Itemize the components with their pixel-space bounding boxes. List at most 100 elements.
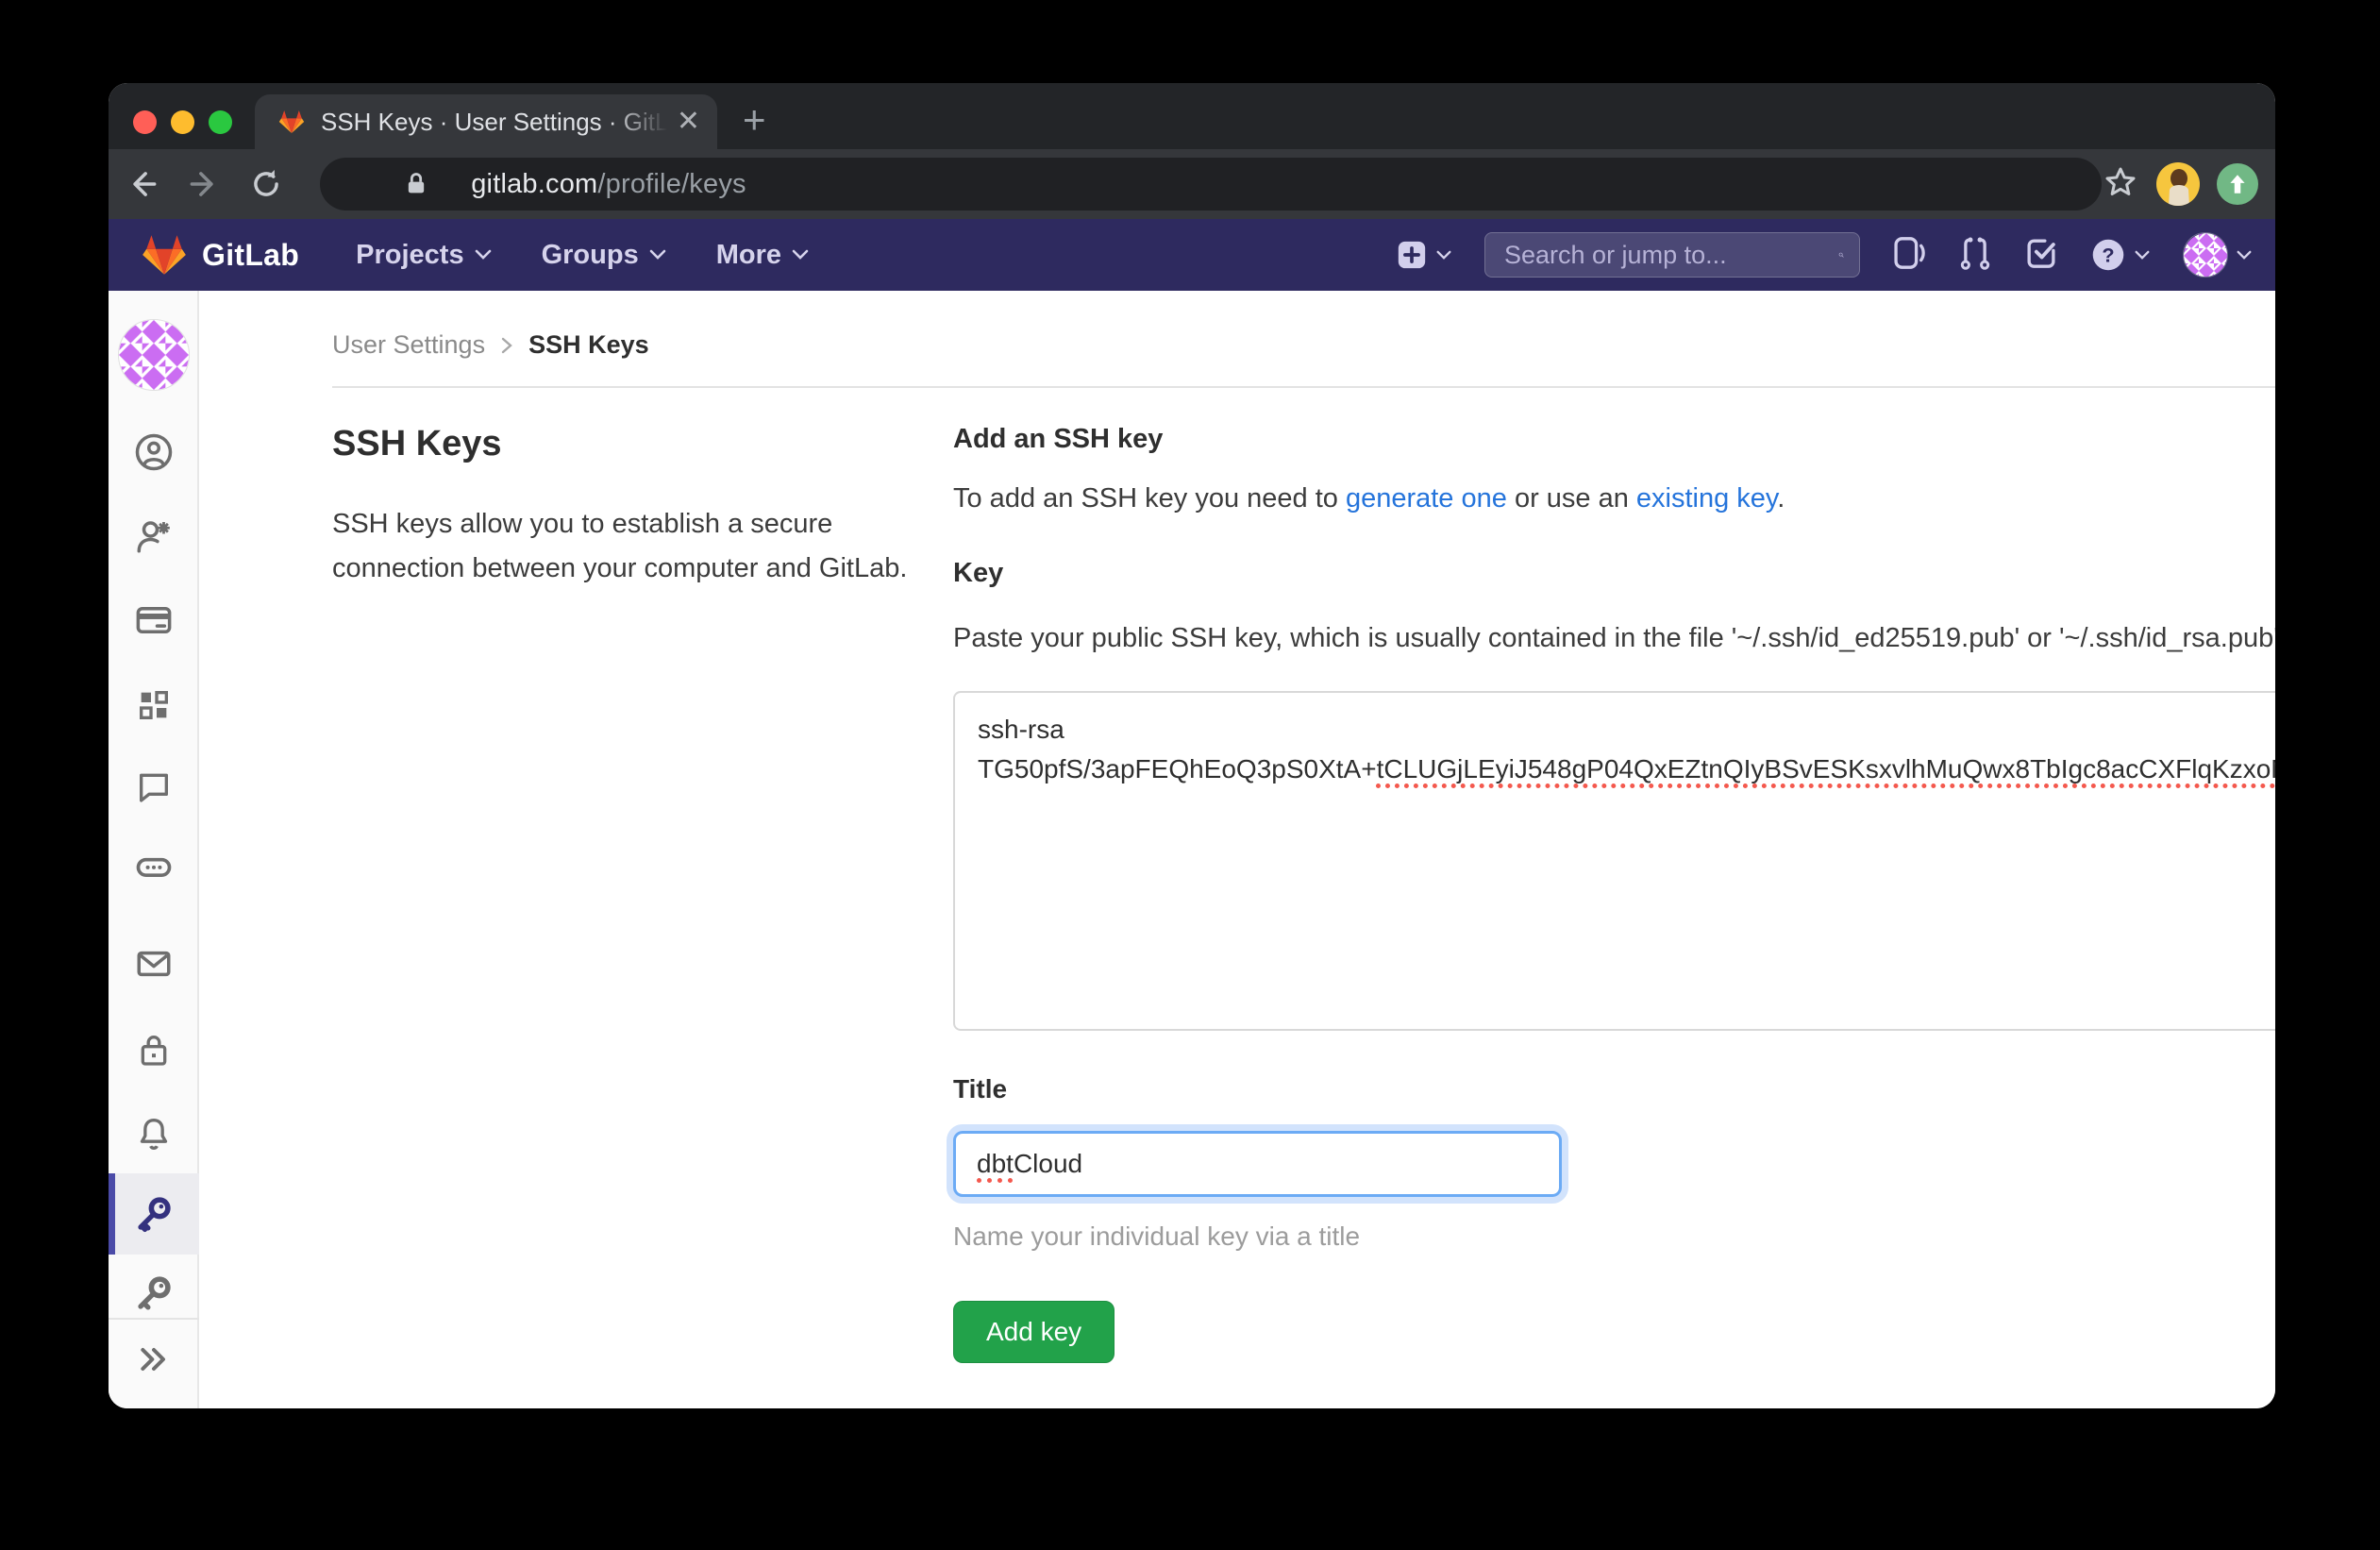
browser-window: SSH Keys · User Settings · GitL ✕ + gitl…: [109, 83, 2275, 1408]
help-menu-button[interactable]: ?: [2090, 237, 2151, 273]
forward-button[interactable]: [183, 163, 224, 205]
add-ssh-key-heading: Add an SSH key: [953, 424, 2275, 455]
bell-icon: [135, 1114, 173, 1152]
chevron-down-icon: [648, 248, 667, 261]
todos-icon[interactable]: [2024, 236, 2058, 275]
nav-projects[interactable]: Projects: [356, 240, 492, 271]
plus-square-icon: [1396, 239, 1428, 271]
sidebar-item-gpg-keys[interactable]: [109, 1267, 199, 1320]
tab-title-fade: [611, 108, 667, 137]
comment-icon: [135, 767, 173, 805]
sidebar-item-profile[interactable]: [109, 426, 199, 479]
add-ssh-key-intro: To add an SSH key you need to generate o…: [953, 483, 2275, 514]
lock-icon: [135, 1031, 173, 1069]
chevron-down-icon: [2236, 249, 2253, 261]
browser-tab[interactable]: SSH Keys · User Settings · GitL ✕: [255, 94, 717, 149]
browser-toolbar: gitlab.com/profile/keys: [109, 149, 2275, 219]
key-label: Key: [953, 558, 2275, 589]
ssh-key-icon: [134, 1194, 174, 1234]
generate-one-link[interactable]: generate one: [1346, 483, 1507, 514]
gitlab-favicon-icon: [277, 109, 306, 135]
merge-requests-icon[interactable]: [1958, 235, 1992, 276]
sidebar-item-applications[interactable]: [109, 679, 199, 732]
sidebar-item-chat[interactable]: [109, 760, 199, 813]
toolbar-right: [2102, 162, 2258, 206]
tab-title: SSH Keys · User Settings · GitL: [321, 108, 667, 137]
chevron-down-icon: [474, 248, 493, 261]
breadcrumb-user-settings[interactable]: User Settings: [332, 330, 485, 360]
ellipsis-pill-icon: [133, 846, 175, 887]
url-text: gitlab.com/profile/keys: [471, 169, 746, 200]
page-description: SSH keys allow you to establish a secure…: [332, 502, 908, 591]
add-key-button[interactable]: Add key: [953, 1301, 1115, 1363]
url-host: gitlab.com: [471, 169, 597, 199]
credit-card-icon: [134, 600, 174, 640]
section-info-column: SSH Keys SSH keys allow you to establish…: [332, 424, 908, 1408]
gitlab-navbar: GitLab Projects Groups More: [109, 219, 2275, 291]
title-helper-text: Name your individual key via a title: [953, 1221, 2275, 1252]
gitlab-brand-name: GitLab: [202, 238, 299, 273]
sidebar-item-billing[interactable]: [109, 594, 199, 647]
new-tab-button[interactable]: +: [743, 98, 766, 142]
ssh-key-textarea[interactable]: ssh-rsa TG50pfS/3apFEQhEoQ3pS0XtA+tCLUGj…: [953, 691, 2275, 1031]
sidebar-user-avatar: [118, 319, 190, 391]
traffic-lights: [133, 110, 232, 134]
minimize-window-button[interactable]: [171, 110, 194, 134]
envelope-icon: [134, 944, 174, 984]
sidebar-item-notifications[interactable]: [109, 1106, 199, 1159]
tab-strip: SSH Keys · User Settings · GitL ✕ +: [109, 83, 2275, 149]
user-menu-button[interactable]: [2183, 232, 2253, 278]
gpg-key-icon: [134, 1273, 174, 1313]
grid-icon: [135, 686, 173, 724]
breadcrumb-chevron-icon: [500, 335, 513, 356]
nav-more[interactable]: More: [716, 240, 810, 271]
browser-update-button[interactable]: [2217, 163, 2258, 205]
breadcrumb-current: SSH Keys: [528, 330, 649, 360]
search-input[interactable]: [1504, 241, 1838, 270]
search-icon: [1838, 242, 1844, 268]
close-window-button[interactable]: [133, 110, 157, 134]
tab-close-icon[interactable]: ✕: [677, 108, 700, 136]
page-title: SSH Keys: [332, 424, 908, 464]
help-icon: ?: [2090, 237, 2126, 273]
sidebar-item-account[interactable]: [109, 510, 199, 563]
global-search[interactable]: [1484, 232, 1860, 278]
double-chevron-right-icon: [135, 1340, 173, 1378]
sidebar-item-password[interactable]: [109, 1023, 199, 1076]
page-body: User Settings SSH Keys SSH Keys SSH keys…: [109, 291, 2275, 1408]
profile-icon: [134, 432, 174, 472]
title-input[interactable]: dbt Cloud: [953, 1131, 1562, 1197]
title-label: Title: [953, 1074, 2275, 1104]
lock-icon[interactable]: [403, 171, 429, 202]
browser-profile-avatar[interactable]: [2156, 162, 2200, 206]
gitlab-logo-icon: [140, 232, 189, 278]
existing-key-link[interactable]: existing key: [1636, 483, 1777, 514]
zoom-window-button[interactable]: [209, 110, 232, 134]
back-button[interactable]: [122, 163, 162, 205]
gitlab-nav-links: Projects Groups More: [356, 240, 810, 271]
new-menu-button[interactable]: [1396, 239, 1452, 271]
sidebar-item-emails[interactable]: [109, 937, 199, 990]
svg-text:?: ?: [2102, 243, 2114, 266]
sidebar-item-ssh-keys[interactable]: [109, 1188, 199, 1240]
sidebar-collapse-button[interactable]: [109, 1333, 199, 1386]
key-instructions: Paste your public SSH key, which is usua…: [953, 617, 2275, 659]
chevron-down-icon: [1435, 249, 1452, 261]
nav-groups[interactable]: Groups: [542, 240, 667, 271]
gitlab-brand[interactable]: GitLab: [140, 232, 299, 278]
main-content: User Settings SSH Keys SSH Keys SSH keys…: [199, 291, 2275, 1408]
user-avatar: [2183, 232, 2228, 278]
reload-button[interactable]: [245, 163, 286, 205]
settings-sidebar: [109, 291, 199, 1408]
issues-icon[interactable]: [1892, 235, 1926, 276]
bookmark-star-icon[interactable]: [2102, 163, 2139, 206]
chevron-down-icon: [791, 248, 810, 261]
user-gear-icon: [134, 516, 174, 556]
header-divider: [332, 386, 2275, 388]
sidebar-divider: [109, 1318, 199, 1320]
sidebar-item-slack[interactable]: [109, 840, 199, 893]
chevron-down-icon: [2134, 249, 2151, 261]
address-bar[interactable]: gitlab.com/profile/keys: [320, 158, 2102, 211]
url-path: /profile/keys: [597, 169, 746, 199]
form-column: Add an SSH key To add an SSH key you nee…: [953, 424, 2275, 1408]
